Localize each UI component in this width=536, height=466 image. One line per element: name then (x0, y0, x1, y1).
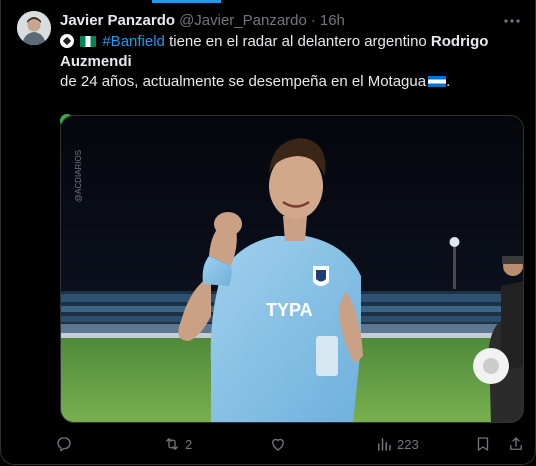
tweet-text-period: . (446, 73, 451, 90)
honduras-flag-icon (428, 76, 447, 87)
author-name[interactable]: Javier Panzardo (60, 12, 175, 29)
bookmark-icon (474, 435, 492, 453)
bookmark-button[interactable] (474, 433, 492, 455)
tweet-text-segment-2: de 24 años, actualmente se desempeña en … (60, 73, 427, 90)
tweet-header: Javier Panzardo @Javier_Panzardo · 16h (60, 11, 345, 29)
retweet-icon (163, 435, 181, 453)
shirt-sponsor: TYPA (266, 300, 313, 320)
more-icon[interactable] (502, 11, 522, 31)
retweet-button[interactable]: 2 (163, 433, 192, 455)
retweet-count: 2 (185, 436, 193, 452)
author-handle[interactable]: @Javier_Panzardo (179, 12, 307, 29)
action-bar: 2 223 (55, 433, 533, 455)
photo-watermark: @ACDIARIOS (74, 150, 83, 202)
share-icon (507, 435, 525, 453)
tweet-text-segment: tiene en el radar al delantero argentino (164, 33, 431, 50)
tweet-paragraph-1: #Banfield tiene en el radar al delantero… (60, 32, 524, 92)
views-count: 223 (397, 436, 419, 452)
avatar[interactable] (17, 11, 51, 45)
like-button[interactable] (269, 433, 291, 455)
tweet-photo[interactable]: @ACDIARIOS TYPA (60, 115, 524, 423)
like-icon (269, 435, 287, 453)
share-button[interactable] (507, 433, 525, 455)
soccer-ball-icon (60, 34, 74, 48)
reply-icon (55, 435, 73, 453)
hashtag-link[interactable]: #Banfield (102, 33, 165, 50)
reply-button[interactable] (55, 433, 77, 455)
views-button[interactable]: 223 (375, 433, 419, 455)
timestamp[interactable]: 16h (320, 12, 345, 29)
separator-dot: · (310, 11, 316, 29)
nigeria-flag-icon (80, 36, 97, 47)
views-icon (375, 435, 393, 453)
